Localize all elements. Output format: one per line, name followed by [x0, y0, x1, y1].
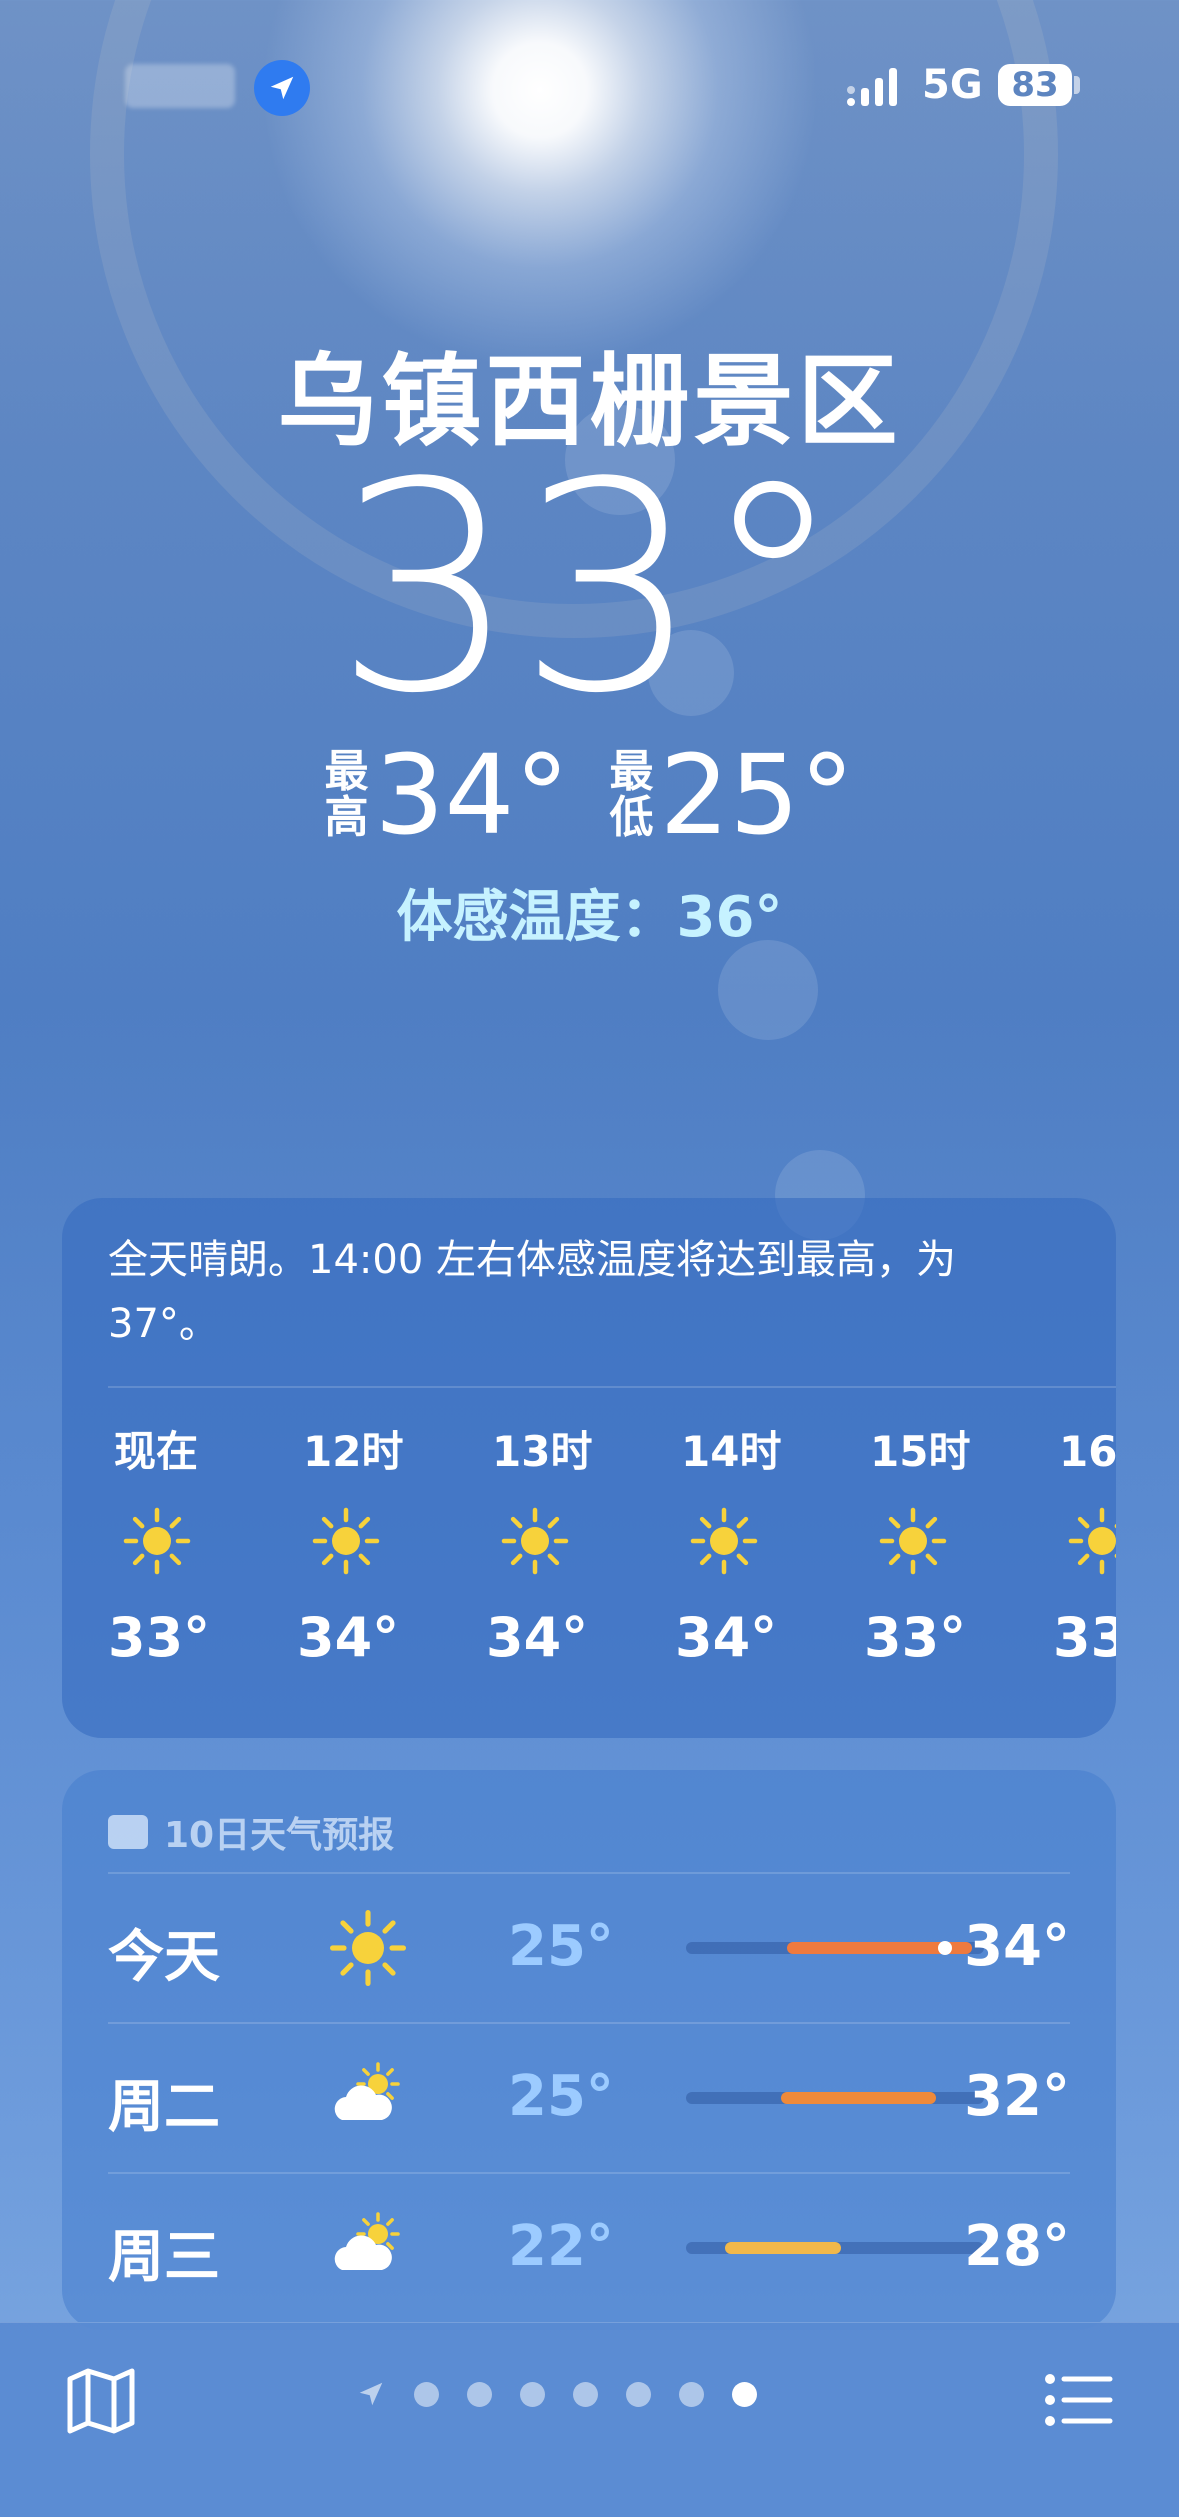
partly-cloudy-icon [328, 2208, 408, 2288]
map-icon[interactable] [62, 2361, 140, 2439]
hour-label: 12时 [303, 1427, 404, 1476]
calendar-icon [108, 1815, 148, 1849]
day-low: 25° [508, 2064, 614, 2129]
sun-icon [122, 1506, 192, 1576]
sun-icon [878, 1506, 948, 1576]
battery-tip [1074, 76, 1080, 94]
high-temperature: 34° [374, 731, 570, 859]
hour-temperature: 33° [864, 1606, 967, 1669]
low-label: 最低 [609, 745, 654, 843]
current-temperature: 33° [334, 421, 845, 756]
location-arrow-icon [254, 60, 310, 116]
bottom-toolbar [0, 2322, 1179, 2517]
hour-label: 14时 [681, 1427, 782, 1476]
current-temp-marker [938, 1941, 952, 1955]
list-icon[interactable] [1040, 2361, 1118, 2439]
day-name: 周三 [108, 2225, 220, 2290]
high-group: 最高 34° [325, 740, 570, 850]
page-dot[interactable] [467, 2381, 492, 2407]
location-arrow-icon[interactable] [356, 2379, 386, 2409]
hour-item: 13时 34° [486, 1418, 675, 1669]
day-name: 周二 [108, 2075, 220, 2140]
ten-day-title: 10日天气预报 [164, 1815, 395, 1856]
divider [108, 1872, 1070, 1874]
high-label: 最高 [324, 745, 369, 843]
day-low: 22° [508, 2214, 614, 2279]
page-dot[interactable] [679, 2381, 704, 2407]
carrier-label [125, 64, 235, 108]
signal-bars-icon [847, 68, 897, 106]
day-low: 25° [508, 1914, 614, 1979]
hour-item: 14时 34° [675, 1418, 864, 1669]
temperature-range-fill [781, 2092, 936, 2104]
hour-item: 15时 33° [864, 1418, 1053, 1669]
page-dot[interactable] [520, 2381, 545, 2407]
divider [108, 2172, 1070, 2174]
hour-temperature: 33° [108, 1606, 211, 1669]
day-name: 今天 [108, 1925, 220, 1990]
hourly-forecast-card[interactable]: 全天晴朗。14:00 左右体感温度将达到最高，为 37°。 现在 33° 12时 … [62, 1198, 1116, 1738]
page-dot[interactable] [573, 2381, 598, 2407]
sun-icon [1067, 1506, 1116, 1576]
day-high: 34° [964, 1914, 1070, 1979]
ten-day-forecast-card[interactable]: 10日天气预报 今天 25° 34° 周二 25° 32° 周三 22° 28° [62, 1770, 1116, 2330]
temperature-range-bar [686, 1941, 984, 1955]
day-high: 28° [964, 2214, 1070, 2279]
hourly-list[interactable]: 现在 33°12时 34°13时 34°14时 34°15时 33°16时 33… [108, 1418, 1116, 1669]
day-high: 32° [964, 2064, 1070, 2129]
battery-icon: 83 [998, 64, 1072, 106]
divider [108, 2022, 1070, 2024]
hour-temperature: 34° [675, 1606, 778, 1669]
forecast-summary: 全天晴朗。14:00 左右体感温度将达到最高，为 37°。 [108, 1237, 956, 1347]
ten-day-header: 10日天气预报 [108, 1806, 394, 1858]
hour-item: 现在 33° [108, 1418, 297, 1669]
hour-label: 15时 [870, 1427, 971, 1476]
hour-item: 12时 34° [297, 1418, 486, 1669]
day-row[interactable]: 周三 22° 28° [108, 2172, 1070, 2322]
page-dot[interactable] [732, 2381, 757, 2407]
temperature-range-bar [686, 2092, 984, 2104]
sun-icon [328, 1908, 408, 1988]
sun-icon [689, 1506, 759, 1576]
network-type: 5G [922, 62, 983, 108]
temperature-range-bar [686, 2242, 984, 2254]
temperature-range-fill [725, 2242, 841, 2254]
divider [108, 1386, 1116, 1388]
hour-label: 13时 [492, 1427, 593, 1476]
day-row[interactable]: 周二 25° 32° [108, 2022, 1070, 2172]
low-group: 最低 25° [610, 740, 855, 850]
hour-temperature: 34° [297, 1606, 400, 1669]
sun-icon [500, 1506, 570, 1576]
partly-cloudy-icon [328, 2058, 408, 2138]
lens-flare [718, 940, 818, 1040]
hour-item: 16时 33° [1053, 1418, 1116, 1669]
high-low: 最高 34° 最低 25° [0, 740, 1179, 850]
hour-temperature: 33° [1053, 1606, 1116, 1669]
hour-temperature: 34° [486, 1606, 589, 1669]
hour-label: 现在 [114, 1427, 199, 1476]
day-row[interactable]: 今天 25° 34° [108, 1872, 1070, 2022]
status-bar: 5G 83 [0, 0, 1179, 175]
page-dot[interactable] [626, 2381, 651, 2407]
sun-icon [311, 1506, 381, 1576]
low-temperature: 25° [659, 731, 855, 859]
feels-like: 体感温度：36° [396, 885, 783, 950]
hour-label: 16时 [1059, 1427, 1116, 1476]
page-indicator[interactable] [356, 2379, 757, 2409]
page-dot[interactable] [414, 2381, 439, 2407]
